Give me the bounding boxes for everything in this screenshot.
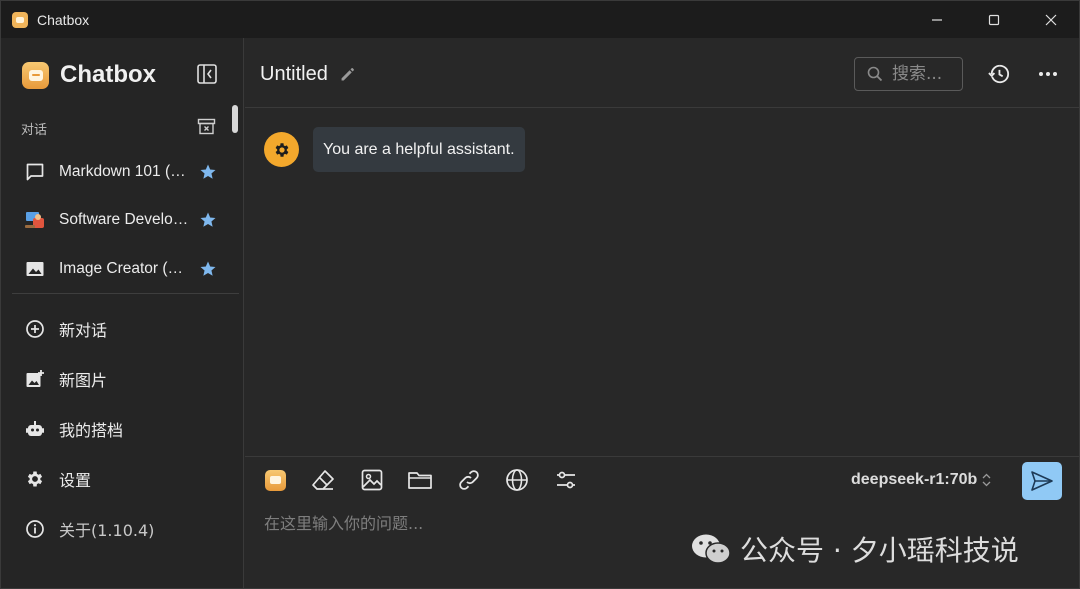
chatbox-logo-icon (22, 61, 49, 89)
search-input[interactable] (892, 64, 954, 84)
settings-button[interactable]: 设置 (11, 459, 233, 499)
clear-conversations-icon[interactable] (197, 118, 216, 135)
folder-icon (408, 472, 432, 489)
clear-button[interactable] (310, 467, 336, 493)
conversation-label: Image Creator (Example) (59, 260, 189, 277)
chat-settings-button[interactable] (553, 467, 579, 493)
title-bar: Chatbox (1, 1, 1079, 38)
image-icon (361, 469, 383, 491)
menu-label: 新图片 (59, 371, 108, 390)
globe-icon (506, 469, 528, 491)
link-icon (459, 470, 479, 490)
window-controls (908, 1, 1079, 38)
close-button[interactable] (1022, 1, 1079, 38)
more-options-icon[interactable] (1037, 63, 1059, 85)
history-icon[interactable] (988, 63, 1010, 85)
new-chat-button[interactable]: 新对话 (11, 309, 233, 349)
conversation-label: Markdown 101 (Example) (59, 163, 189, 180)
wechat-icon (692, 534, 731, 564)
brand: Chatbox (22, 61, 156, 89)
send-button[interactable] (1022, 462, 1062, 500)
star-icon[interactable] (199, 211, 217, 229)
chat-bubble-icon (24, 161, 46, 183)
about-button[interactable]: 关于(1.10.4) (11, 509, 233, 549)
attach-image-button[interactable] (359, 467, 385, 493)
edit-icon[interactable] (339, 66, 356, 83)
my-copilots-button[interactable]: 我的搭档 (11, 409, 233, 449)
new-image-button[interactable]: 新图片 (11, 359, 233, 399)
system-avatar (264, 132, 299, 167)
chat-title[interactable]: Untitled (260, 63, 328, 86)
chevron-updown-icon (982, 473, 991, 487)
attach-link-button[interactable] (456, 467, 482, 493)
conversations-section-label: 对话 (21, 123, 48, 138)
menu-label: 关于(1.10.4) (59, 521, 155, 540)
add-image-icon (24, 368, 46, 390)
menu-label: 我的搭档 (59, 421, 124, 440)
app-icon (12, 11, 28, 28)
main-panel: Untitled You are a helpful assi (245, 38, 1079, 588)
system-message[interactable]: You are a helpful assistant. (313, 127, 525, 172)
brand-name: Chatbox (60, 61, 156, 88)
star-icon[interactable] (199, 260, 217, 278)
copilot-picker-button[interactable] (262, 467, 288, 493)
conversation-item-software-dev[interactable]: Software Developer (11, 200, 233, 240)
gear-icon (275, 142, 288, 157)
attach-file-button[interactable] (407, 467, 433, 493)
developer-avatar-icon (24, 209, 46, 231)
chat-header: Untitled (245, 38, 1079, 108)
send-icon (1031, 471, 1053, 491)
model-name: deepseek-r1:70b (851, 471, 978, 488)
conversation-item-image-creator[interactable]: Image Creator (Example) (11, 249, 233, 289)
sliders-icon (557, 471, 575, 489)
robot-icon (24, 418, 46, 440)
close-icon (1045, 14, 1056, 25)
model-selector[interactable]: deepseek-r1:70b (851, 471, 991, 489)
search-icon (867, 66, 883, 82)
eraser-icon (312, 470, 334, 490)
info-icon (24, 518, 46, 540)
sidebar-divider (12, 293, 239, 294)
maximize-button[interactable] (965, 1, 1022, 38)
watermark: 公众号 · 夕小瑶科技说 (690, 529, 1019, 569)
minimize-button[interactable] (908, 1, 965, 38)
web-search-button[interactable] (504, 467, 530, 493)
conversation-item-markdown[interactable]: Markdown 101 (Example) (11, 152, 233, 192)
conversation-label: Software Developer (59, 211, 189, 228)
maximize-icon (988, 14, 999, 25)
menu-label: 新对话 (59, 321, 108, 340)
image-icon (24, 258, 46, 280)
menu-label: 设置 (59, 471, 92, 490)
sidebar-scrollbar[interactable] (232, 105, 238, 133)
star-icon[interactable] (199, 163, 217, 181)
app-window: Chatbox Chatbox 对话 Markdown 101 (Ex Soft… (0, 0, 1080, 589)
collapse-sidebar-icon[interactable] (196, 63, 218, 85)
watermark-text: 公众号 · 夕小瑶科技说 (740, 534, 1019, 567)
search-box[interactable] (854, 57, 963, 91)
minimize-icon (931, 18, 942, 21)
window-title: Chatbox (37, 11, 90, 28)
chatbox-logo-icon (264, 469, 286, 491)
gear-icon (24, 468, 46, 490)
plus-circle-icon (24, 318, 46, 340)
sidebar: Chatbox 对话 Markdown 101 (Example) (1, 38, 244, 588)
